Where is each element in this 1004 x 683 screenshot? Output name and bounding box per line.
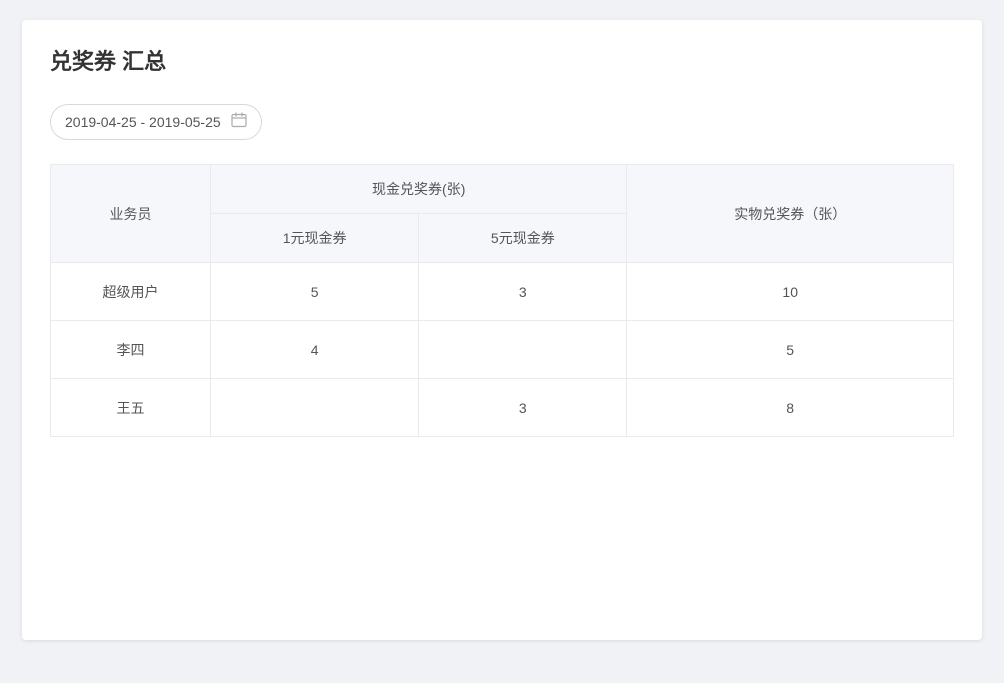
cell-cash-1: 4 [211,321,419,379]
cell-salesperson: 超级用户 [51,263,211,321]
table-row: 李四4 5 [51,321,954,379]
cell-cash-1: 5 [211,263,419,321]
cell-lizhi: 10 [627,263,954,321]
cell-salesperson: 李四 [51,321,211,379]
date-picker-wrapper: 2019-04-25 - 2019-05-25 [50,104,954,140]
calendar-icon [231,112,247,132]
table-row: 超级用户5310 [51,263,954,321]
header-cash-group: 现金兑奖券(张) [211,165,627,214]
page-title: 兑奖券 汇总 [50,44,954,76]
cell-cash-1 [211,379,419,437]
cell-cash-5: 3 [419,379,627,437]
header-physical-group: 实物兑奖券（张） [627,165,954,263]
cell-cash-5 [419,321,627,379]
header-salesperson: 业务员 [51,165,211,263]
table-row: 王五 38 [51,379,954,437]
cell-lizhi: 8 [627,379,954,437]
date-picker-value: 2019-04-25 - 2019-05-25 [65,114,221,130]
date-picker[interactable]: 2019-04-25 - 2019-05-25 [50,104,262,140]
main-card: 兑奖券 汇总 2019-04-25 - 2019-05-25 业务员 现金兑奖券… [22,20,982,640]
subheader-cash-5: 5元现金券 [419,214,627,263]
subheader-cash-1: 1元现金券 [211,214,419,263]
summary-table: 业务员 现金兑奖券(张) 实物兑奖券（张） 1元现金券 5元现金券 超级用户53… [50,164,954,437]
cell-salesperson: 王五 [51,379,211,437]
cell-lizhi: 5 [627,321,954,379]
cell-cash-5: 3 [419,263,627,321]
